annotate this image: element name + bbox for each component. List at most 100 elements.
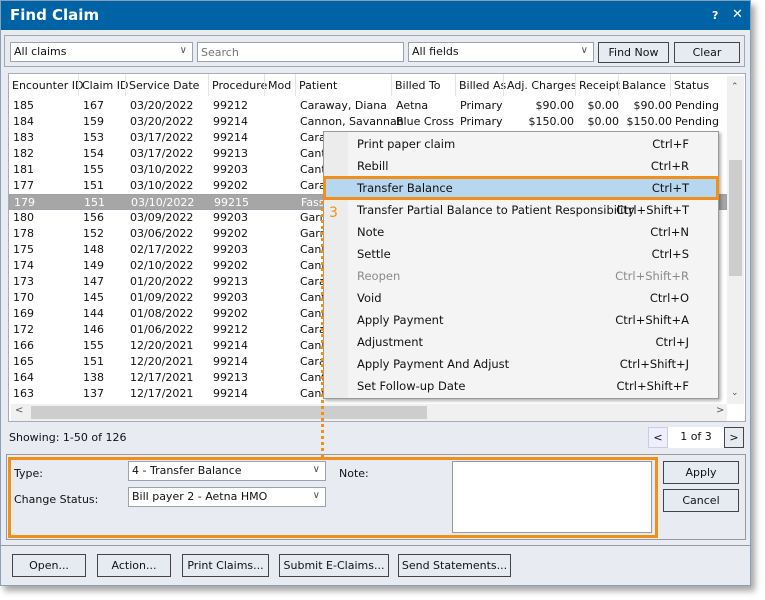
column-separator[interactable] [125,74,126,96]
menu-item[interactable]: Void Ctrl+O [324,287,718,309]
vertical-scrollbar[interactable]: ⌃ ⌄ [727,76,744,404]
menu-item[interactable]: Adjustment Ctrl+J [324,331,718,353]
table-cell: 155 [83,163,104,176]
send-statements-button[interactable]: Send Statements... [398,554,511,577]
close-icon[interactable]: ✕ [732,7,743,22]
table-cell: 173 [13,275,34,288]
column-separator[interactable] [618,74,619,96]
table-cell: 99202 [213,259,248,272]
table-cell: 148 [83,243,104,256]
cancel-button[interactable]: Cancel [663,489,739,512]
table-cell: 01/06/2022 [130,323,194,336]
showing-count: Showing: 1-50 of 126 [9,431,127,444]
table-cell: 99214 [213,115,248,128]
open-button[interactable]: Open... [12,554,86,577]
scroll-thumb[interactable] [729,160,742,276]
menu-item-label: Transfer Partial Balance to Patient Resp… [357,203,635,217]
menu-item[interactable]: Note Ctrl+N [324,221,718,243]
menu-item-shortcut: Ctrl+Shift+J [619,357,689,371]
column-header[interactable]: Procedure [212,79,267,92]
change-status-select[interactable]: Bill payer 2 - Aetna HMO ∨ [128,487,326,507]
help-icon[interactable]: ? [712,9,718,22]
note-textarea[interactable] [452,461,652,533]
table-cell: 164 [13,371,34,384]
table-cell: 185 [13,99,34,112]
action-button[interactable]: Action... [97,554,171,577]
column-header[interactable]: Billed To [395,79,441,92]
menu-item[interactable]: Settle Ctrl+S [324,243,718,265]
column-separator[interactable] [455,74,456,96]
table-cell: 01/20/2022 [130,275,194,288]
table-cell: Pending [675,99,719,112]
search-input[interactable] [197,42,404,62]
column-header[interactable]: Encounter ID [12,79,83,92]
scroll-down-icon[interactable]: ⌄ [731,388,739,398]
column-header[interactable]: Claim ID [82,79,128,92]
menu-item[interactable]: Rebill Ctrl+R [324,155,718,177]
menu-item[interactable]: Apply Payment Ctrl+Shift+A [324,309,718,331]
scroll-up-icon[interactable]: ⌃ [731,82,739,92]
scroll-right-icon[interactable]: > [716,405,724,416]
table-cell: 153 [83,131,104,144]
clear-button[interactable]: Clear [674,42,740,63]
column-separator[interactable] [78,74,79,96]
column-separator[interactable] [391,74,392,96]
column-header[interactable]: Billed As [459,79,506,92]
page-indicator: 1 of 3 [668,427,724,448]
table-cell: 155 [83,339,104,352]
column-separator[interactable] [264,74,265,96]
menu-item-shortcut: Ctrl+Shift+A [615,313,689,327]
column-header[interactable]: Service Date [129,79,199,92]
table-cell: 99212 [213,323,248,336]
table-cell: 151 [83,179,104,192]
column-separator[interactable] [575,74,576,96]
fields-select[interactable]: All fields ∨ [408,42,594,62]
table-cell: 99213 [213,371,248,384]
chevron-down-icon: ∨ [312,490,320,501]
column-separator[interactable] [208,74,209,96]
column-header[interactable]: Patient [299,79,337,92]
table-cell: 159 [83,115,104,128]
column-header[interactable]: Adj. Charges [507,79,577,92]
claim-filter-value: All claims [14,45,67,58]
title-bar: Find Claim ? ✕ [1,1,750,30]
menu-item[interactable]: Transfer Partial Balance to Patient Resp… [324,199,718,221]
column-header[interactable]: Status [674,79,709,92]
print-claims-button[interactable]: Print Claims... [182,554,269,577]
table-row[interactable]: 185 167 03/20/2022 99212 Caraway, Diana Aetna… [9,98,727,114]
submit-eclaims-button[interactable]: Submit E-Claims... [279,554,389,577]
table-cell: 156 [83,211,104,224]
type-select[interactable]: 4 - Transfer Balance ∨ [128,461,326,481]
claim-filter-select[interactable]: All claims ∨ [10,42,193,62]
table-cell: 03/09/2022 [130,211,194,224]
table-cell: 177 [13,179,34,192]
hscroll-thumb[interactable] [31,406,427,419]
context-menu: Print paper claim Ctrl+F Rebill Ctrl+R Trans… [323,131,719,399]
table-cell: Cara [300,131,326,144]
menu-item[interactable]: Print paper claim Ctrl+F [324,133,718,155]
next-page-button[interactable]: > [724,427,744,448]
prev-page-button[interactable]: < [648,427,668,448]
table-cell: 137 [83,387,104,400]
horizontal-scrollbar[interactable]: < > [11,404,727,421]
table-cell: 99214 [213,131,248,144]
menu-item[interactable]: Set Follow-up Date Ctrl+Shift+F [324,375,718,397]
column-separator[interactable] [295,74,296,96]
table-cell: $150.00 [528,115,575,128]
chevron-down-icon: ∨ [312,464,320,475]
table-cell: 03/17/2022 [130,147,194,160]
menu-item[interactable]: Apply Payment And Adjust Ctrl+Shift+J [324,353,718,375]
scroll-left-icon[interactable]: < [15,405,23,416]
find-now-button[interactable]: Find Now [598,42,669,63]
column-header[interactable]: Receipt [579,79,620,92]
column-header[interactable]: Mod [268,79,291,92]
table-cell: 99213 [213,275,248,288]
table-row[interactable]: 184 159 03/20/2022 99214 Cannon, Savannah Blu… [9,114,727,130]
menu-item[interactable]: Transfer Balance Ctrl+T [323,176,719,200]
apply-button[interactable]: Apply [663,461,739,484]
column-separator[interactable] [503,74,504,96]
table-cell: $90.00 [535,99,575,112]
column-header[interactable]: Balance [622,79,666,92]
change-status-label: Change Status: [14,493,99,506]
column-separator[interactable] [670,74,671,96]
